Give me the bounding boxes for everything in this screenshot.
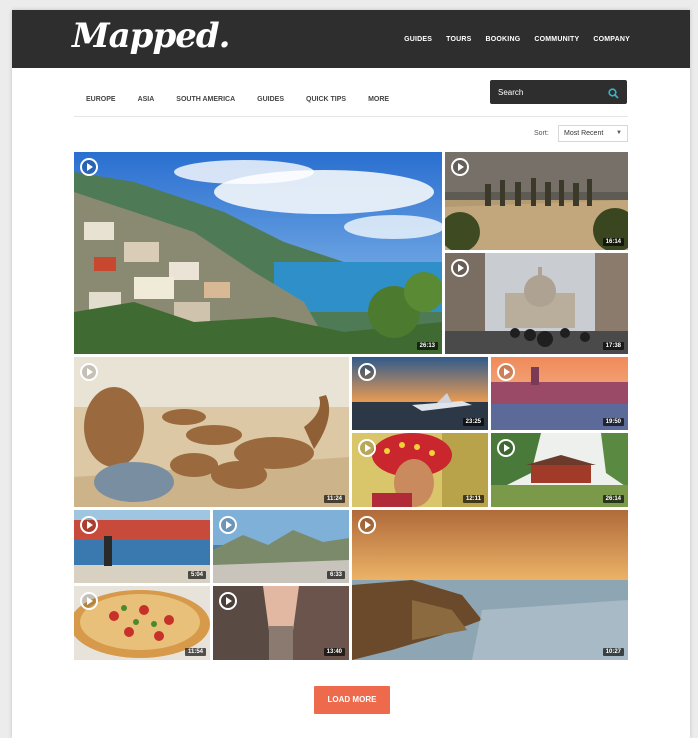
category-europe[interactable]: EUROPE: [86, 96, 116, 103]
search-input[interactable]: [490, 80, 602, 104]
search-box: [490, 80, 627, 104]
divider: [74, 116, 628, 117]
video-tile-street[interactable]: 5:04: [74, 510, 210, 583]
category-quick-tips[interactable]: QUICK TIPS: [306, 96, 346, 103]
video-duration: 6:33: [326, 571, 345, 579]
play-icon[interactable]: [358, 439, 376, 457]
chevron-down-icon: ▼: [616, 130, 622, 136]
topnav-item-guides[interactable]: GUIDES: [404, 36, 432, 43]
video-duration: 16:14: [602, 238, 624, 246]
video-tile-alley[interactable]: 13:40: [213, 586, 349, 660]
video-tile-vatican[interactable]: 17:38: [445, 253, 628, 354]
thumbnail-image: [74, 152, 442, 354]
logo[interactable]: Mapped.: [72, 16, 230, 56]
sort-select[interactable]: Most Recent ▼: [558, 125, 628, 142]
play-icon[interactable]: [451, 158, 469, 176]
video-tile-amalfi-coast[interactable]: 26:13: [74, 152, 442, 354]
play-icon[interactable]: [497, 439, 515, 457]
video-duration: 19:50: [602, 418, 624, 426]
video-duration: 26:13: [416, 342, 438, 350]
play-icon[interactable]: [451, 259, 469, 277]
sort-value: Most Recent: [564, 130, 604, 137]
play-icon[interactable]: [80, 592, 98, 610]
page-frame: Mapped. GUIDES TOURS BOOKING COMMUNITY C…: [12, 10, 690, 738]
play-icon[interactable]: [358, 363, 376, 381]
play-icon[interactable]: [219, 516, 237, 534]
video-duration: 11:24: [323, 495, 345, 503]
thumbnail-image: [445, 253, 628, 354]
video-duration: 23:25: [462, 418, 484, 426]
video-tile-tuscany[interactable]: 16:14: [445, 152, 628, 250]
play-icon[interactable]: [80, 363, 98, 381]
video-duration: 17:38: [602, 342, 624, 350]
thumbnail-image: [352, 510, 628, 660]
category-more[interactable]: MORE: [368, 96, 389, 103]
video-tile-pizza[interactable]: 11:54: [74, 586, 210, 660]
video-tile-temple[interactable]: 26:14: [491, 433, 628, 507]
video-duration: 10:27: [602, 648, 624, 656]
thumbnail-image: [445, 152, 628, 250]
video-tile-venice[interactable]: 19:50: [491, 357, 628, 430]
video-duration: 12:11: [462, 495, 484, 503]
video-duration: 11:54: [184, 648, 206, 656]
topnav-item-booking[interactable]: BOOKING: [486, 36, 521, 43]
play-icon[interactable]: [497, 363, 515, 381]
thumbnail-image: [74, 357, 349, 507]
video-duration: 26:14: [602, 495, 624, 503]
sort-label: Sort:: [534, 130, 549, 137]
play-icon[interactable]: [80, 516, 98, 534]
topnav-item-community[interactable]: COMMUNITY: [534, 36, 579, 43]
category-south-america[interactable]: SOUTH AMERICA: [176, 96, 235, 103]
video-tile-coast-sunset[interactable]: 10:27: [352, 510, 628, 660]
top-nav: GUIDES TOURS BOOKING COMMUNITY COMPANY: [404, 36, 630, 43]
category-asia[interactable]: ASIA: [138, 96, 155, 103]
video-tile-portrait[interactable]: 12:11: [352, 433, 488, 507]
topnav-item-company[interactable]: COMPANY: [593, 36, 630, 43]
play-icon[interactable]: [358, 516, 376, 534]
topnav-item-tours[interactable]: TOURS: [446, 36, 471, 43]
play-icon[interactable]: [219, 592, 237, 610]
category-nav: EUROPE ASIA SOUTH AMERICA GUIDES QUICK T…: [86, 96, 389, 103]
video-duration: 5:04: [187, 571, 206, 579]
video-tile-rio[interactable]: 6:33: [213, 510, 349, 583]
video-tile-camels[interactable]: 11:24: [74, 357, 349, 507]
category-guides[interactable]: GUIDES: [257, 96, 284, 103]
video-tile-airport[interactable]: 23:25: [352, 357, 488, 430]
load-more-button[interactable]: LOAD MORE: [314, 686, 390, 714]
play-icon[interactable]: [80, 158, 98, 176]
top-bar: Mapped. GUIDES TOURS BOOKING COMMUNITY C…: [12, 10, 690, 68]
video-duration: 13:40: [323, 648, 345, 656]
search-icon[interactable]: [608, 86, 619, 104]
